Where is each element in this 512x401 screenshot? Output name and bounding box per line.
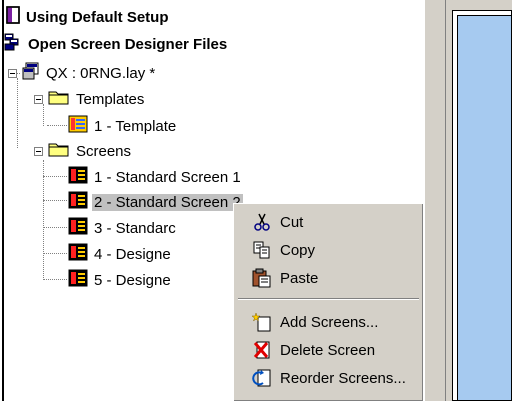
screen-icon	[68, 269, 88, 291]
tree-line	[43, 200, 67, 201]
folder-icon	[48, 141, 70, 161]
tree-item-screen[interactable]: 4 - Designe	[68, 243, 171, 265]
tree-item-template[interactable]: 1 - Template	[68, 115, 176, 137]
tree-item-screen-selected[interactable]: 2 - Standard Screen 2	[68, 191, 243, 213]
default-setup-label: Using Default Setup	[26, 8, 169, 26]
tree-line	[43, 227, 67, 228]
tree-item-layout-file[interactable]: QX : 0RNG.lay *	[22, 62, 155, 84]
folder-icon	[48, 89, 70, 109]
screen-label: 4 - Designe	[94, 245, 171, 263]
collapse-toggle[interactable]	[8, 69, 17, 78]
tree-line	[17, 78, 18, 148]
preview-screen-area[interactable]	[457, 15, 511, 400]
template-label: 1 - Template	[94, 117, 177, 135]
screen-label: 1 - Standard Screen 1	[94, 168, 241, 186]
layout-file-label: QX : 0RNG.lay *	[46, 64, 156, 82]
tree-item-screen[interactable]: 3 - Standarc	[68, 217, 176, 239]
screens-folder-label: Screens	[76, 142, 132, 160]
tree-line	[43, 160, 44, 280]
reorder-screens-label: Reorder Screens...	[280, 369, 406, 387]
screen-preview-pane	[446, 0, 512, 401]
menu-item-delete-screen[interactable]: Delete Screen	[238, 336, 419, 364]
tree-item-screen[interactable]: 1 - Standard Screen 1	[68, 166, 241, 188]
screen-icon	[68, 191, 88, 213]
cut-label: Cut	[280, 213, 304, 231]
screen-icon	[68, 243, 88, 265]
menu-item-copy[interactable]: Copy	[238, 236, 419, 264]
document-icon	[6, 6, 20, 28]
delete-screen-label: Delete Screen	[280, 341, 376, 359]
screen-icon	[68, 166, 88, 188]
tree-line	[47, 125, 67, 126]
copy-icon	[252, 240, 272, 260]
add-screens-label: Add Screens...	[280, 313, 379, 331]
screen-label: 5 - Designe	[94, 271, 171, 289]
menu-item-cut[interactable]: Cut	[238, 208, 419, 236]
preview-border	[452, 10, 512, 401]
layout-file-icon	[22, 62, 40, 84]
collapse-toggle[interactable]	[34, 147, 43, 156]
delete-screen-icon	[252, 340, 272, 360]
paste-icon	[252, 268, 272, 288]
menu-item-reorder-screens[interactable]: Reorder Screens...	[238, 364, 419, 392]
screen-label: 3 - Standarc	[94, 219, 176, 237]
menu-item-paste[interactable]: Paste	[238, 264, 419, 292]
copy-label: Copy	[280, 241, 316, 259]
templates-folder-label: Templates	[76, 90, 145, 108]
add-screen-icon	[251, 312, 272, 332]
tree-item-default-setup[interactable]: Using Default Setup	[6, 6, 169, 28]
collapse-toggle[interactable]	[34, 95, 43, 104]
reorder-screens-icon	[252, 368, 272, 388]
menu-separator	[238, 298, 419, 300]
open-files-label: Open Screen Designer Files	[28, 35, 228, 53]
tree-item-screen[interactable]: 5 - Designe	[68, 269, 171, 291]
tree-line	[43, 176, 67, 177]
tree-line	[43, 253, 67, 254]
menu-item-add-screens[interactable]: Add Screens...	[238, 308, 419, 336]
template-icon	[68, 115, 88, 137]
tree-item-screens-folder[interactable]: Screens	[48, 140, 131, 162]
tree-item-open-files[interactable]: Open Screen Designer Files	[4, 33, 227, 55]
open-files-icon	[4, 32, 22, 56]
tree-line	[43, 279, 67, 280]
pane-splitter[interactable]	[424, 0, 446, 401]
paste-label: Paste	[280, 269, 319, 287]
scissors-icon	[252, 212, 272, 232]
context-menu: Cut Copy Paste Add Screens... Delete Scr…	[233, 203, 423, 401]
screen-label: 2 - Standard Screen 2	[92, 193, 243, 211]
tree-line	[43, 104, 44, 126]
tree-item-templates-folder[interactable]: Templates	[48, 88, 144, 110]
screen-icon	[68, 217, 88, 239]
